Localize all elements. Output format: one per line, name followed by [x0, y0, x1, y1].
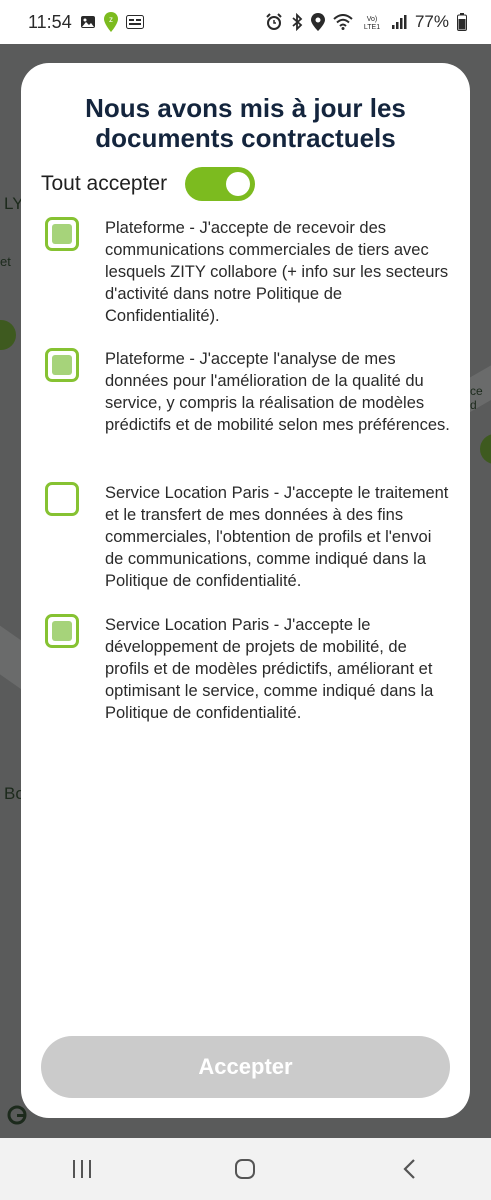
battery-icon: [457, 13, 467, 31]
map-label: ce d: [470, 384, 483, 412]
modal-title: Nous avons mis à jour les documents cont…: [21, 93, 470, 153]
modal-title-line1: Nous avons mis à jour les: [85, 93, 406, 123]
checkbox-checked-fill: [52, 621, 72, 641]
status-bar-left: 11:54 z: [28, 12, 144, 33]
home-icon[interactable]: [215, 1147, 275, 1191]
consent-checkbox-1[interactable]: [45, 217, 79, 251]
bluetooth-icon: [291, 13, 303, 31]
location-icon: [310, 13, 325, 31]
map-marker: [480, 434, 491, 464]
consent-item-2: Plateforme - J'accepte l'analyse de mes …: [45, 348, 455, 436]
recent-apps-icon[interactable]: [52, 1147, 112, 1191]
map-label: et: [0, 254, 11, 269]
consent-modal: Nous avons mis à jour les documents cont…: [21, 63, 470, 1118]
svg-text:LTE1: LTE1: [364, 24, 380, 31]
modal-title-line2: documents contractuels: [95, 123, 396, 153]
svg-text:Vo): Vo): [367, 16, 378, 23]
map-logo-icon: [6, 1104, 28, 1131]
consent-item-1: Plateforme - J'accepte de recevoir des c…: [45, 217, 455, 327]
status-time: 11:54: [28, 11, 72, 32]
status-bar-right: Vo) LTE1 77%: [265, 12, 467, 32]
consent-checkbox-3[interactable]: [45, 482, 79, 516]
volte-icon: Vo) LTE1: [361, 13, 383, 31]
notification-box-icon: [125, 15, 144, 29]
consent-text-3: Service Location Paris - J'accepte le tr…: [105, 484, 449, 590]
signal-icon: [391, 14, 407, 30]
consent-checkbox-4[interactable]: [45, 614, 79, 648]
battery-percent: 77%: [414, 12, 449, 31]
status-bar: 11:54 z Vo) LTE1 77%: [0, 0, 491, 44]
wifi-icon: [333, 14, 353, 30]
image-icon: [80, 14, 96, 30]
toggle-knob: [226, 172, 251, 196]
system-nav-bar: [0, 1138, 491, 1200]
consent-text-1: Plateforme - J'accepte de recevoir des c…: [105, 219, 449, 325]
consent-item-3: Service Location Paris - J'accepte le tr…: [45, 482, 455, 592]
checkbox-checked-fill: [52, 224, 72, 244]
back-icon[interactable]: [379, 1147, 439, 1191]
accept-button[interactable]: Accepter: [41, 1036, 450, 1098]
svg-text:z: z: [109, 15, 113, 24]
accept-all-row: Tout accepter: [41, 167, 256, 201]
consent-checkbox-2[interactable]: [45, 348, 79, 382]
checkbox-checked-fill: [52, 355, 72, 375]
location-pin-icon: z: [103, 12, 118, 32]
consent-text-4: Service Location Paris - J'accepte le dé…: [105, 616, 434, 722]
consent-item-4: Service Location Paris - J'accepte le dé…: [45, 614, 455, 724]
accept-all-label: Tout accepter: [41, 172, 168, 195]
alarm-icon: [265, 13, 283, 31]
consent-text-2: Plateforme - J'accepte l'analyse de mes …: [105, 350, 450, 434]
map-marker: [0, 320, 16, 350]
accept-all-toggle[interactable]: [185, 167, 256, 201]
